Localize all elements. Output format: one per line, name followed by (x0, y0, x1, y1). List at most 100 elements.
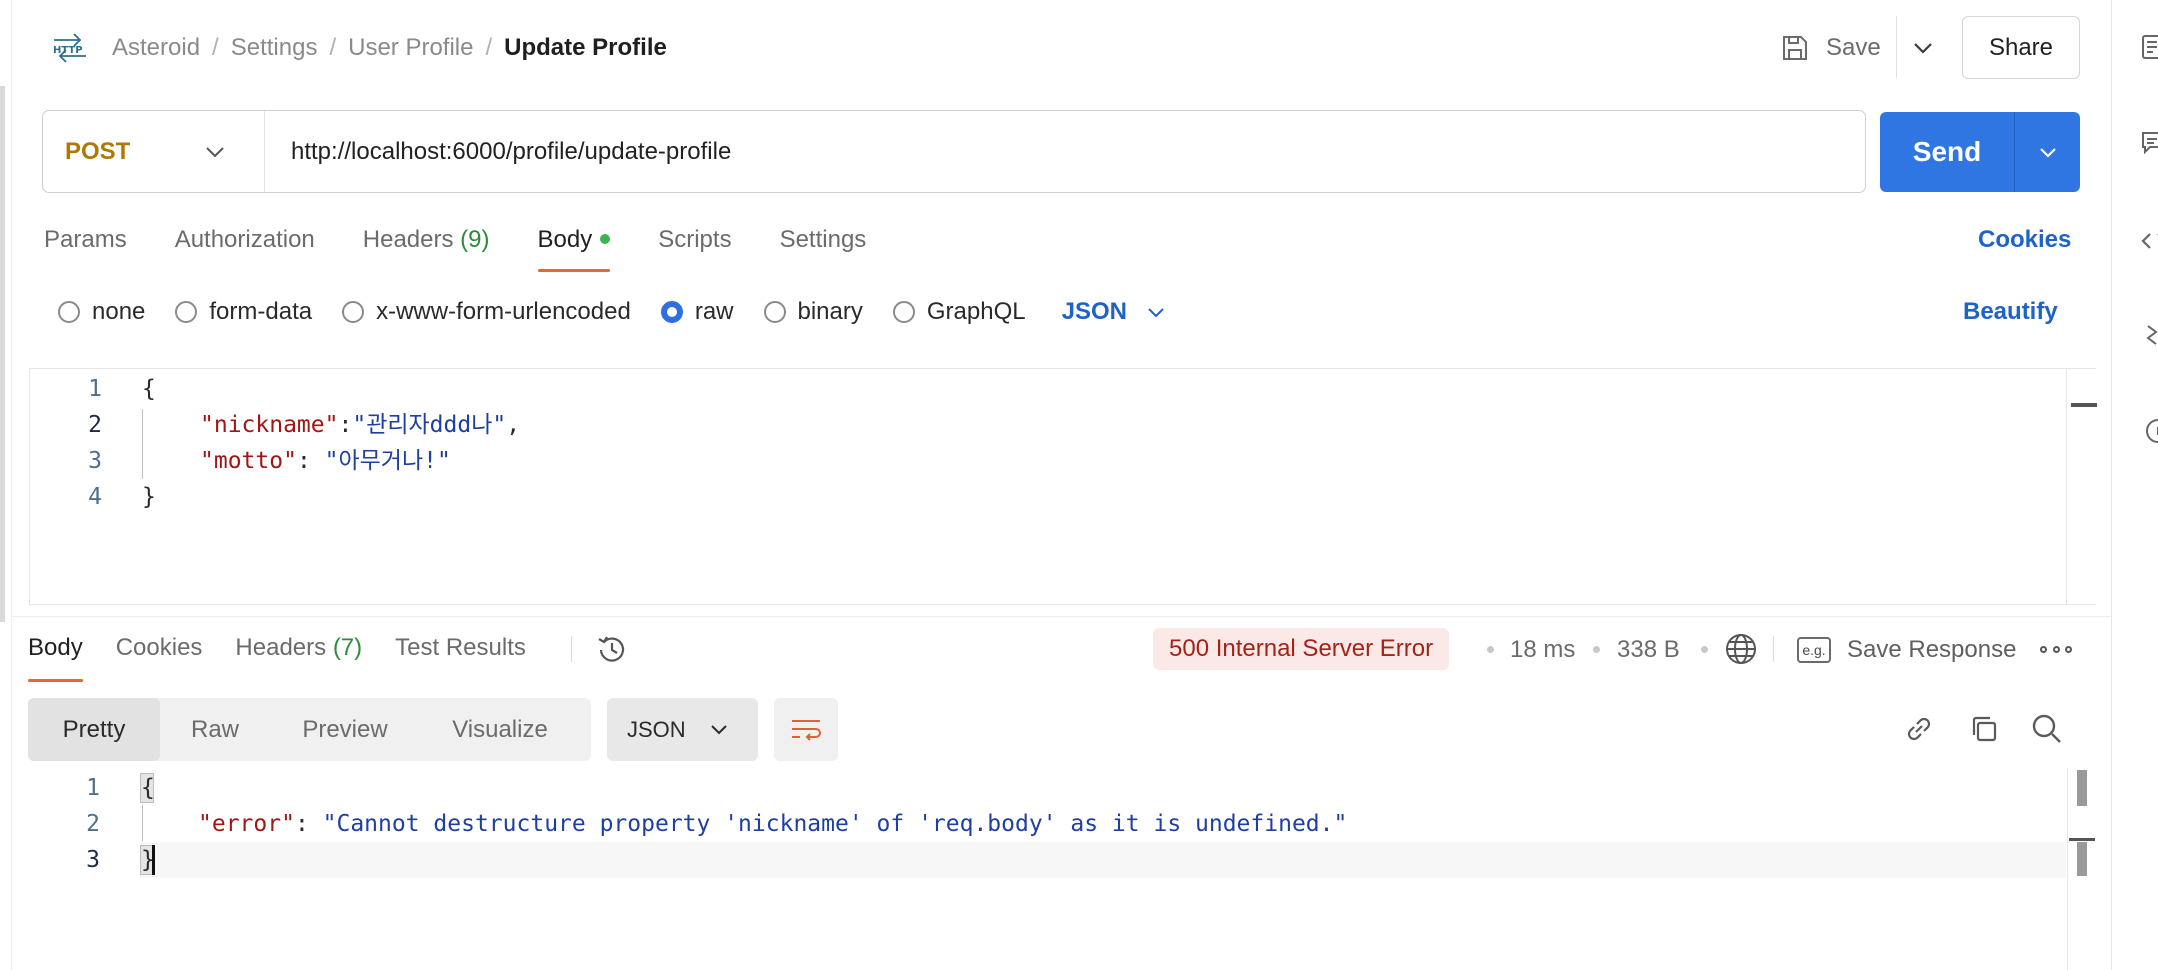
response-tab-test-results[interactable]: Test Results (395, 630, 526, 680)
line-number: 1 (88, 376, 102, 402)
tab-label: Headers (235, 634, 327, 661)
save-button[interactable]: Save (1780, 28, 1881, 68)
url-input[interactable]: http://localhost:6000/profile/update-pro… (265, 138, 731, 166)
request-body-editor[interactable] (29, 368, 2096, 605)
meta-separator (1701, 646, 1708, 653)
radio-button[interactable] (175, 301, 198, 323)
meta-separator (1487, 646, 1494, 653)
send-options-button[interactable] (2015, 112, 2080, 192)
json-colon: : (338, 412, 353, 438)
response-size[interactable]: 338 B (1617, 632, 1680, 668)
body-type-binary[interactable]: binary (763, 298, 863, 326)
radio-label: raw (694, 298, 734, 325)
headers-count: (7) (332, 634, 363, 661)
header-divider (1896, 16, 1897, 78)
save-response-button[interactable]: e.g. Save Response (1797, 630, 2016, 670)
url-bar: POST http://localhost:6000/profile/updat… (42, 110, 1866, 193)
current-line-highlight (140, 842, 2066, 878)
save-label: Save (1826, 34, 1881, 61)
body-type-none[interactable]: none (58, 298, 145, 326)
example-icon: e.g. (1797, 637, 1831, 663)
wrap-lines-button[interactable] (774, 698, 838, 761)
response-tab-headers[interactable]: Headers (7) (235, 630, 362, 680)
radio-button-selected[interactable] (660, 301, 683, 323)
response-editor-scrollbar[interactable] (2067, 768, 2068, 970)
tab-label: Test Results (395, 634, 526, 661)
response-tab-body[interactable]: Body (28, 630, 83, 682)
radio-label: none (92, 298, 146, 325)
body-type-graphql[interactable]: GraphQL (892, 298, 1026, 326)
view-mode-preview[interactable]: Preview (270, 698, 420, 761)
line-number: 4 (88, 484, 102, 510)
save-options-button[interactable] (1908, 28, 1938, 68)
comments-icon[interactable] (2140, 130, 2158, 156)
info-icon[interactable] (2140, 418, 2158, 444)
response-time[interactable]: 18 ms (1510, 632, 1575, 668)
method-select[interactable]: POST (43, 111, 265, 192)
scroll-thumb[interactable] (2077, 770, 2087, 806)
view-mode-raw[interactable]: Raw (160, 698, 270, 761)
view-mode-visualize[interactable]: Visualize (420, 698, 580, 761)
tab-authorization[interactable]: Authorization (175, 222, 315, 272)
http-request-icon: HTTP (50, 31, 90, 65)
tab-label: Body (537, 226, 593, 253)
wrap-lines-icon (792, 719, 821, 741)
search-icon[interactable] (2030, 712, 2064, 746)
copy-icon[interactable] (1967, 712, 2001, 746)
status-badge[interactable]: 500 Internal Server Error (1153, 628, 1450, 670)
history-icon[interactable] (594, 632, 630, 668)
response-format-label: JSON (627, 716, 686, 742)
breadcrumb-item-user-profile[interactable]: User Profile (348, 34, 473, 62)
radio-label: binary (797, 298, 863, 325)
beautify-button[interactable]: Beautify (1963, 294, 2058, 330)
json-key: "motto" (200, 448, 297, 474)
more-options-icon[interactable] (2040, 636, 2072, 662)
tab-scripts[interactable]: Scripts (658, 222, 731, 272)
breadcrumb-separator: / (485, 34, 493, 61)
documentation-icon[interactable] (2140, 34, 2158, 60)
send-label: Send (1912, 136, 1982, 167)
json-brace: } (142, 484, 156, 510)
related-icon[interactable] (2140, 322, 2158, 348)
body-type-form-data[interactable]: form-data (175, 298, 312, 326)
radio-button[interactable] (342, 301, 365, 323)
breadcrumb-item-workspace[interactable]: Asteroid (112, 34, 200, 62)
request-name[interactable]: Update Profile (504, 34, 667, 62)
tab-settings[interactable]: Settings (780, 222, 867, 272)
body-format-select[interactable]: JSON (1062, 298, 1165, 326)
breadcrumb-separator: / (329, 34, 337, 61)
radio-button[interactable] (763, 301, 786, 323)
view-mode-pretty[interactable]: Pretty (28, 698, 160, 761)
response-tab-cookies[interactable]: Cookies (116, 630, 203, 680)
pane-border (11, 0, 12, 970)
body-type-urlencoded[interactable]: x-www-form-urlencoded (342, 298, 631, 326)
save-icon (1783, 36, 1807, 60)
pane-splitter[interactable] (12, 616, 2111, 617)
method-label: POST (65, 137, 131, 165)
tab-headers[interactable]: Headers (9) (363, 222, 490, 272)
body-format-label: JSON (1061, 298, 1127, 325)
editor-scrollbar[interactable] (2066, 368, 2097, 605)
json-colon: : (296, 448, 325, 474)
right-sidebar (2112, 0, 2158, 970)
body-type-raw[interactable]: raw (660, 298, 734, 326)
link-icon[interactable] (1902, 712, 1936, 746)
body-type-selector: none form-data x-www-form-urlencoded raw… (58, 294, 1165, 330)
response-format-select[interactable]: JSON (607, 698, 758, 761)
code-icon[interactable] (2140, 228, 2158, 254)
cookies-link[interactable]: Cookies (1978, 222, 2071, 258)
json-key: "nickname" (200, 412, 339, 438)
tab-label: Settings (779, 226, 867, 253)
code-line: "motto": "아무거나!" (200, 443, 451, 479)
globe-icon[interactable] (1724, 632, 1758, 666)
send-button[interactable]: Send (1880, 112, 2080, 192)
headers-count: (9) (460, 226, 490, 253)
radio-button[interactable] (892, 301, 915, 323)
tab-params[interactable]: Params (44, 222, 127, 272)
chevron-down-icon (1148, 307, 1164, 317)
line-number: 3 (86, 847, 100, 873)
tab-body[interactable]: Body (537, 222, 611, 272)
radio-button[interactable] (58, 301, 80, 323)
breadcrumb-item-settings[interactable]: Settings (231, 34, 318, 62)
share-button[interactable]: Share (1962, 16, 2080, 79)
